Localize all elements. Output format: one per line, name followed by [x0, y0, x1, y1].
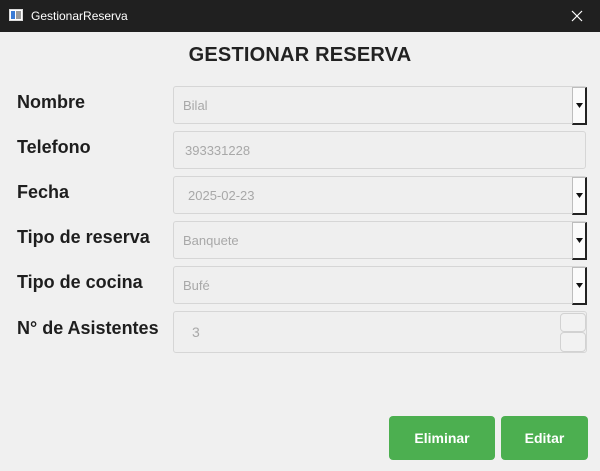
- asistentes-label: N° de Asistentes: [17, 318, 159, 338]
- tipo-cocina-label: Tipo de cocina: [17, 272, 143, 292]
- telefono-field[interactable]: 393331228: [173, 131, 586, 169]
- chevron-down-icon: [575, 193, 583, 198]
- telefono-value: 393331228: [185, 142, 251, 158]
- window-title: GestionarReserva: [31, 9, 128, 23]
- nombre-dropdown-button[interactable]: [572, 87, 587, 125]
- asistentes-spinner[interactable]: 3: [173, 311, 587, 353]
- fecha-date-picker[interactable]: 2025-02-23: [173, 176, 587, 215]
- tipo-cocina-value: Bufé: [183, 277, 210, 293]
- nombre-combobox[interactable]: Bilal: [173, 86, 587, 125]
- close-button[interactable]: [554, 0, 600, 32]
- chevron-down-icon: [575, 283, 583, 288]
- editar-button[interactable]: Editar: [501, 416, 588, 460]
- tipo-cocina-combobox[interactable]: Bufé: [173, 266, 587, 305]
- fecha-value: 2025-02-23: [188, 187, 255, 203]
- telefono-label: Telefono: [17, 137, 91, 157]
- asistentes-value: 3: [192, 324, 200, 340]
- spinner-decrement-button[interactable]: [560, 332, 586, 352]
- nombre-label: Nombre: [17, 92, 86, 112]
- tipo-reserva-label: Tipo de reserva: [17, 227, 150, 247]
- chevron-down-icon: [575, 103, 583, 108]
- app-window-icon: [9, 9, 23, 21]
- fecha-label: Fecha: [17, 182, 70, 202]
- eliminar-button[interactable]: Eliminar: [389, 416, 495, 460]
- tipo-reserva-value: Banquete: [183, 232, 239, 248]
- tipo-reserva-combobox[interactable]: Banquete: [173, 221, 587, 260]
- page-title: GESTIONAR RESERVA: [188, 44, 412, 66]
- title-bar: GestionarReserva: [0, 0, 600, 32]
- tipo-cocina-dropdown-button[interactable]: [572, 267, 587, 305]
- tipo-reserva-dropdown-button[interactable]: [572, 222, 587, 260]
- close-icon: [571, 10, 583, 22]
- nombre-value: Bilal: [183, 97, 208, 113]
- chevron-down-icon: [575, 238, 583, 243]
- spinner-increment-button[interactable]: [560, 313, 586, 332]
- fecha-dropdown-button[interactable]: [572, 177, 587, 215]
